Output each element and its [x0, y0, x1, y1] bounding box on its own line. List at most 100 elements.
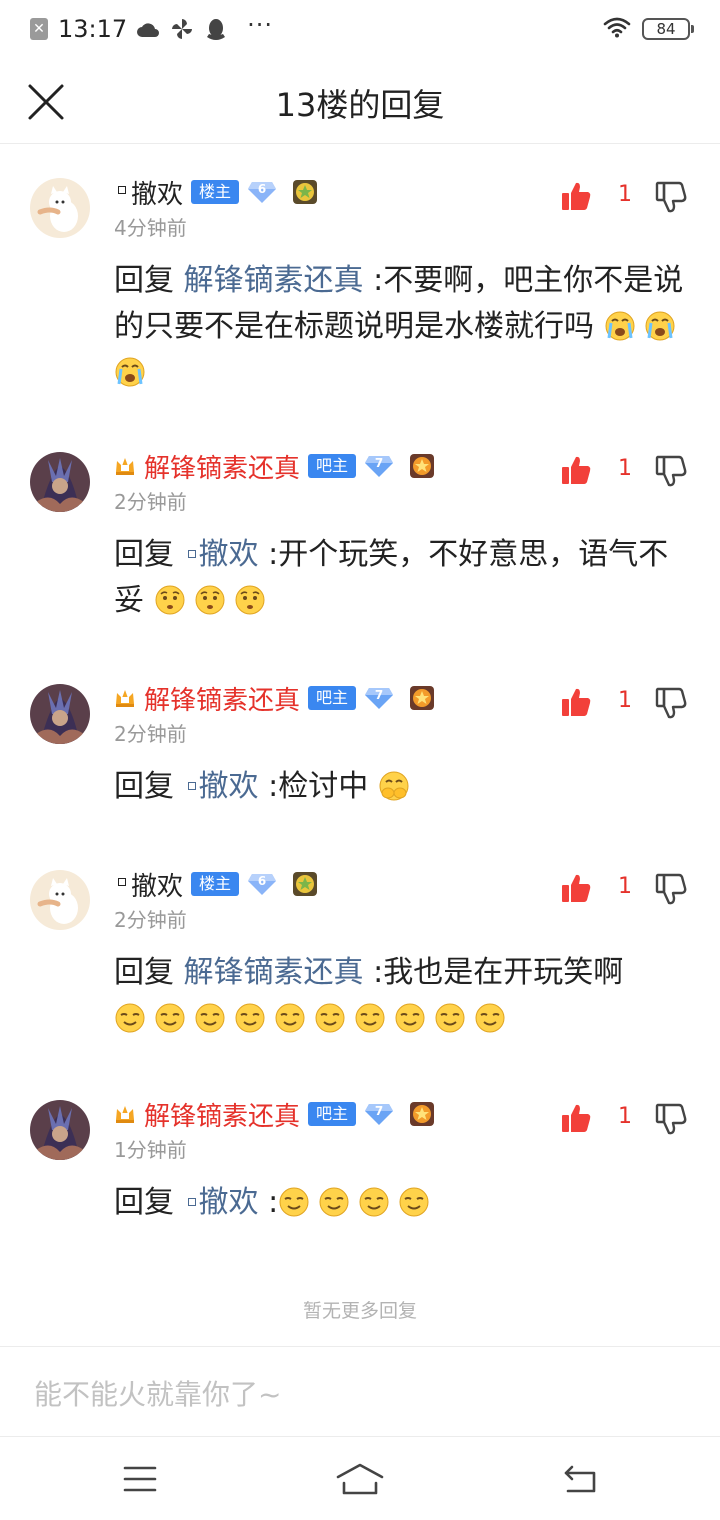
awkward-emoji	[195, 585, 225, 615]
like-count: 1	[618, 874, 632, 899]
medal-icon	[410, 1102, 435, 1126]
no-more-replies: 暂无更多回复	[302, 1300, 417, 1322]
post-time: 1分钟前	[114, 1138, 187, 1162]
like-button[interactable]	[560, 454, 592, 486]
dislike-button[interactable]	[654, 686, 688, 720]
pinwheel-icon	[169, 16, 195, 42]
level-number: 6	[257, 874, 267, 888]
level-number: 7	[374, 1104, 384, 1118]
avatar[interactable]	[30, 684, 90, 744]
user-tag-icon	[118, 878, 126, 886]
crown-icon	[116, 458, 134, 475]
crying-emoji	[605, 311, 635, 341]
username[interactable]: 撤欢	[131, 866, 183, 903]
dislike-button[interactable]	[654, 454, 688, 488]
level-number: 7	[374, 688, 384, 702]
sim-icon: ✕	[30, 18, 48, 40]
avatar[interactable]	[30, 870, 90, 930]
reply-target-link[interactable]: 撤欢	[199, 537, 259, 572]
post-time: 2分钟前	[114, 490, 187, 514]
home-icon[interactable]	[334, 1459, 386, 1499]
medal-icon	[410, 454, 435, 478]
reply-text: :检讨中	[268, 769, 369, 804]
crown-icon	[116, 1106, 134, 1123]
avatar[interactable]	[30, 178, 90, 238]
reply-target-link[interactable]: 撤欢	[199, 769, 259, 804]
awkward-emoji	[155, 585, 185, 615]
comment-input[interactable]: 能不能火就靠你了~	[34, 1373, 281, 1413]
menu-icon[interactable]	[120, 1459, 160, 1499]
level-badge: 6	[247, 872, 277, 896]
smirk-emoji	[235, 1003, 265, 1033]
smirk-emoji	[315, 1003, 345, 1033]
reply-text: :我也是在开玩笑啊	[373, 955, 624, 990]
role-badge: 吧主	[308, 1102, 357, 1126]
medal-icon	[410, 686, 435, 710]
comment-bar: 能不能火就靠你了~	[0, 1346, 720, 1436]
post-time: 2分钟前	[114, 722, 187, 746]
reply-content: 回复 解锋镝素还真 :不要啊，吧主你不是说的只要不是在标题说明是水楼就行吗	[114, 258, 694, 396]
like-count: 1	[618, 1104, 632, 1129]
username[interactable]: 解锋镝素还真	[144, 680, 300, 717]
level-badge: 7	[364, 454, 394, 478]
reply-content: 回复 解锋镝素还真 :我也是在开玩笑啊	[114, 950, 694, 1042]
reply-content: 回复 撤欢 :检讨中	[114, 764, 694, 810]
like-button[interactable]	[560, 686, 592, 718]
like-count: 1	[618, 456, 632, 481]
username[interactable]: 撤欢	[131, 174, 183, 211]
role-badge: 吧主	[308, 454, 357, 478]
wifi-icon	[602, 16, 632, 42]
level-badge: 7	[364, 1102, 394, 1126]
dislike-button[interactable]	[654, 1102, 688, 1136]
avatar[interactable]	[30, 452, 90, 512]
role-badge: 楼主	[191, 180, 240, 204]
back-icon[interactable]	[560, 1459, 600, 1499]
emoji-row	[368, 769, 418, 804]
smirk-emoji	[399, 1187, 429, 1217]
crown-icon	[116, 690, 134, 707]
reply-prefix: 回复	[114, 263, 174, 298]
crying-emoji	[115, 357, 145, 387]
reply-target-link[interactable]: 撤欢	[199, 1185, 259, 1220]
like-button[interactable]	[560, 872, 592, 904]
penguin-icon	[203, 16, 229, 42]
avatar[interactable]	[30, 1100, 90, 1160]
user-tag-icon	[187, 549, 196, 558]
level-badge: 7	[364, 686, 394, 710]
emoji-row	[114, 1001, 514, 1036]
reply-content: 回复 撤欢 :	[114, 1180, 694, 1226]
user-tag-icon	[187, 1197, 196, 1206]
user-tag-icon	[118, 186, 126, 194]
medal-icon	[293, 872, 318, 896]
post-time: 4分钟前	[114, 216, 187, 240]
more-dots-icon: ···	[247, 11, 274, 39]
reply-prefix: 回复	[114, 537, 174, 572]
post-time: 2分钟前	[114, 908, 187, 932]
crying-emoji	[645, 311, 675, 341]
cover-face-emoji	[379, 771, 409, 801]
system-nav-bar	[0, 1436, 720, 1520]
level-number: 7	[374, 456, 384, 470]
username[interactable]: 解锋镝素还真	[144, 1096, 300, 1133]
reply-content: 回复 撤欢 :开个玩笑，不好意思，语气不妥	[114, 532, 694, 624]
reply-target-link[interactable]: 解锋镝素还真	[184, 955, 364, 990]
status-bar: ✕ 13:17 ··· 84	[0, 0, 720, 58]
like-button[interactable]	[560, 1102, 592, 1134]
reply-text: :	[268, 1185, 279, 1220]
awkward-emoji	[235, 585, 265, 615]
smirk-emoji	[279, 1187, 309, 1217]
smirk-emoji	[275, 1003, 305, 1033]
reply-prefix: 回复	[114, 769, 174, 804]
dislike-button[interactable]	[654, 872, 688, 906]
smirk-emoji	[355, 1003, 385, 1033]
dislike-button[interactable]	[654, 180, 688, 214]
role-badge: 楼主	[191, 872, 240, 896]
reply-target-link[interactable]: 解锋镝素还真	[184, 263, 364, 298]
status-time: 13:17	[58, 15, 128, 43]
smirk-emoji	[395, 1003, 425, 1033]
smirk-emoji	[319, 1187, 349, 1217]
smirk-emoji	[475, 1003, 505, 1033]
smirk-emoji	[195, 1003, 225, 1033]
username[interactable]: 解锋镝素还真	[144, 448, 300, 485]
like-button[interactable]	[560, 180, 592, 212]
